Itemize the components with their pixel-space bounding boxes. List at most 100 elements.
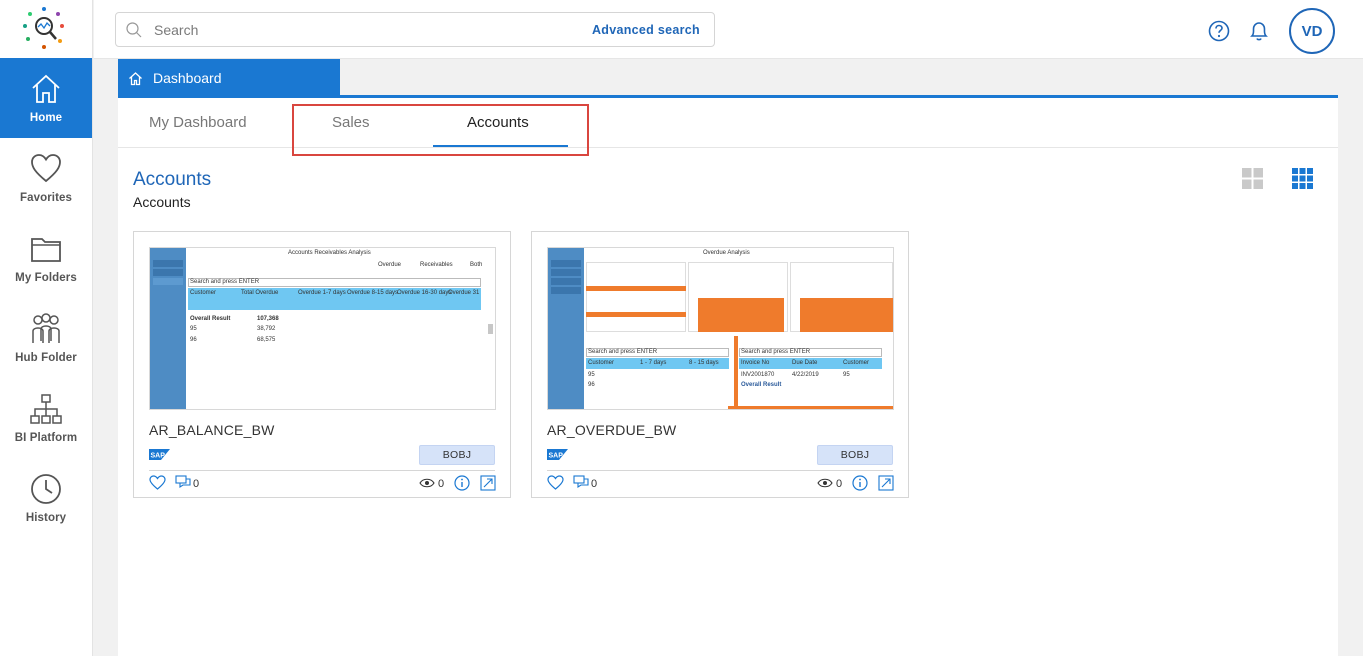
section-subtitle: Accounts xyxy=(133,194,191,210)
nav-my-folders-label: My Folders xyxy=(15,272,77,284)
report-name[interactable]: AR_OVERDUE_BW xyxy=(547,422,676,438)
nav-history[interactable]: History xyxy=(0,458,92,538)
thumbnail-radio-both: Both xyxy=(470,262,483,268)
thumbnail-col: Customer xyxy=(588,360,615,366)
thumbnail-bar xyxy=(698,298,784,332)
favorite-heart-icon[interactable] xyxy=(149,475,166,490)
eye-icon xyxy=(419,478,435,488)
thumbnail-cell: 4/22/2019 xyxy=(792,372,819,378)
thumbnail-bar xyxy=(586,312,686,317)
svg-text:SAP: SAP xyxy=(549,453,564,460)
breadcrumb[interactable]: Dashboard xyxy=(118,59,340,97)
tab-my-dashboard[interactable]: My Dashboard xyxy=(149,114,247,131)
app-logo[interactable] xyxy=(0,0,92,58)
card-footer: 0 0 xyxy=(149,475,496,493)
comments-icon[interactable] xyxy=(175,475,191,490)
expand-icon[interactable] xyxy=(878,475,894,491)
people-icon xyxy=(32,313,60,343)
user-avatar[interactable]: VD xyxy=(1289,8,1335,54)
favorite-heart-icon[interactable] xyxy=(547,475,564,490)
comments-count: 0 xyxy=(193,478,200,490)
thumbnail-col: Overdue 8-15 days xyxy=(347,290,399,296)
thumbnail-col: Total Overdue xyxy=(241,290,279,296)
thumbnail-col: Due Date xyxy=(792,360,818,366)
expand-icon[interactable] xyxy=(480,475,496,491)
home-icon xyxy=(129,71,142,85)
nav-bi-platform[interactable]: BI Platform xyxy=(0,378,92,458)
thumbnail-cell: 95 xyxy=(588,372,595,378)
views-count: 0 xyxy=(836,478,843,490)
thumbnail-title: Overdue Analysis xyxy=(703,250,750,256)
thumbnail-cell: 38,792 xyxy=(257,326,276,332)
breadcrumb-label: Dashboard xyxy=(153,70,222,86)
top-icons: VD xyxy=(1190,8,1335,54)
thumbnail-col: Customer xyxy=(190,290,217,296)
thumbnail-bar xyxy=(734,336,738,409)
search-input[interactable] xyxy=(154,19,574,41)
thumbnail-title: Accounts Receivables Analysis xyxy=(288,250,371,256)
home-icon xyxy=(32,74,60,103)
bell-icon[interactable] xyxy=(1248,20,1270,42)
main-panel: My Dashboard Sales Accounts Accounts Acc… xyxy=(118,98,1338,656)
nav-history-label: History xyxy=(25,512,67,524)
thumbnail-search: Search and press ENTER xyxy=(741,349,811,355)
thumbnail-cell: 95 xyxy=(190,326,197,332)
report-thumbnail[interactable]: Accounts Receivables Analysis Overdue Re… xyxy=(149,247,496,410)
help-icon[interactable] xyxy=(1208,20,1230,42)
nav-home[interactable]: Home xyxy=(0,58,92,138)
sap-logo-icon: SAP xyxy=(547,449,568,460)
nav-favorites[interactable]: Favorites xyxy=(0,138,92,218)
highlight-box xyxy=(292,104,589,156)
comments-icon[interactable] xyxy=(573,475,589,490)
source-badge: BOBJ xyxy=(419,445,495,465)
card-footer: 0 0 xyxy=(547,475,894,493)
nav-hub-folder[interactable]: Hub Folder xyxy=(0,298,92,378)
thumbnail-bar xyxy=(800,298,893,332)
thumbnail-cell: INV2001870 xyxy=(741,372,775,378)
thumbnail-cell: 96 xyxy=(190,337,197,343)
comments-count: 0 xyxy=(591,478,598,490)
svg-text:SAP: SAP xyxy=(151,453,166,460)
thumbnail-sidebar xyxy=(150,248,186,409)
info-icon[interactable] xyxy=(852,475,868,491)
nav-bi-platform-label: BI Platform xyxy=(14,432,78,444)
advanced-search-link[interactable]: Advanced search xyxy=(592,23,700,37)
eye-icon xyxy=(817,478,833,488)
nav-my-folders[interactable]: My Folders xyxy=(0,218,92,298)
thumbnail-col: Customer xyxy=(843,360,870,366)
thumbnail-col: Overdue 16-30 days xyxy=(397,290,452,296)
thumbnail-col: Invoice No xyxy=(741,360,770,366)
top-bar: Advanced search VD xyxy=(94,0,1363,59)
left-navigation: Home Favorites My Folders Hub Folder BI … xyxy=(0,0,93,656)
source-badge: BOBJ xyxy=(817,445,893,465)
thumbnail-bar xyxy=(728,406,893,409)
thumbnail-col: Overdue 31 xyxy=(448,290,480,296)
nav-hub-folder-label: Hub Folder xyxy=(15,352,77,364)
thumbnail-search: Search and press ENTER xyxy=(190,279,260,285)
report-card-ar-balance[interactable]: Accounts Receivables Analysis Overdue Re… xyxy=(133,231,511,498)
card-divider xyxy=(547,470,893,471)
thumbnail-search: Search and press ENTER xyxy=(588,349,658,355)
thumbnail-radio-receivables: Receivables xyxy=(420,262,453,268)
report-thumbnail[interactable]: Overdue Analysis Search and press ENTER … xyxy=(547,247,894,410)
clock-icon xyxy=(31,474,61,504)
search-icon xyxy=(126,22,142,38)
thumbnail-col: Overdue 1-7 days xyxy=(298,290,346,296)
thumbnail-sidebar xyxy=(548,248,584,409)
sap-logo-icon: SAP xyxy=(149,449,170,460)
large-grid-view-icon[interactable] xyxy=(1242,168,1263,189)
small-grid-view-icon[interactable] xyxy=(1292,168,1313,189)
thumbnail-radio-overdue: Overdue xyxy=(378,262,402,268)
thumbnail-col: 1 - 7 days xyxy=(640,360,667,366)
thumbnail-cell: 68,575 xyxy=(257,337,276,343)
report-name[interactable]: AR_BALANCE_BW xyxy=(149,422,275,438)
report-card-ar-overdue[interactable]: Overdue Analysis Search and press ENTER … xyxy=(531,231,909,498)
info-icon[interactable] xyxy=(454,475,470,491)
thumbnail-chart-panel xyxy=(586,262,686,332)
nav-favorites-label: Favorites xyxy=(19,192,73,204)
thumbnail-cell: Overall Result xyxy=(190,316,231,322)
logo-icon xyxy=(23,7,64,49)
search-box: Advanced search xyxy=(115,12,715,47)
thumbnail-cell: 95 xyxy=(843,372,850,378)
hierarchy-icon xyxy=(30,394,62,424)
